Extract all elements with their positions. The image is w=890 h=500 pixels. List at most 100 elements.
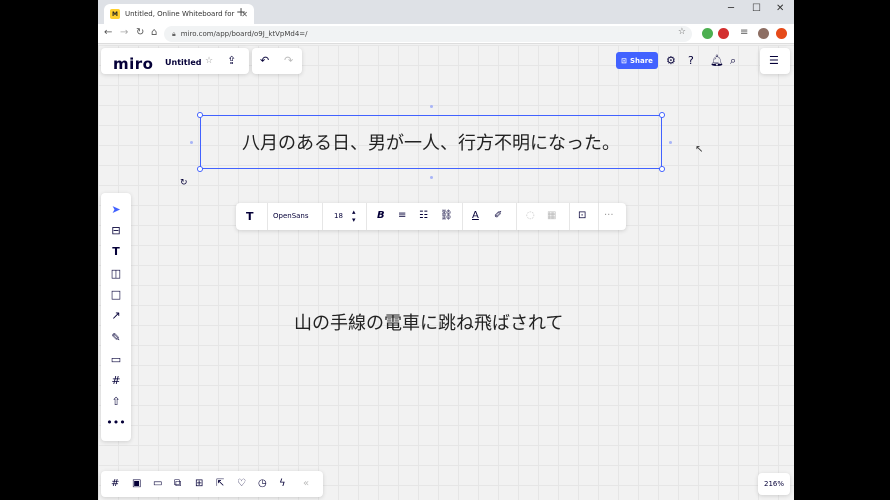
upload-icon[interactable]: ⇧ (101, 395, 131, 408)
canvas-text[interactable]: 山の手線の電車に跳ね飛ばされて (294, 309, 563, 335)
share-screen-icon[interactable]: ⇱ (216, 478, 224, 489)
minimize-icon[interactable]: ─ (728, 3, 734, 14)
redo-icon[interactable]: ↷ (284, 55, 293, 66)
lock-icon: 🔒︎ (172, 29, 176, 38)
resize-handle[interactable] (197, 166, 203, 172)
close-window-icon[interactable]: ✕ (776, 3, 784, 14)
tab-title: Untitled, Online Whiteboard for (125, 10, 235, 18)
text-type-icon[interactable]: T (246, 210, 254, 223)
resize-handle[interactable] (659, 166, 665, 172)
miro-logo[interactable]: miro (113, 55, 153, 73)
font-size-stepper-icon[interactable]: ▴ ▾ (352, 208, 356, 224)
export-icon[interactable]: ⇪ (227, 55, 236, 66)
templates-icon[interactable]: ⊟ (101, 224, 131, 237)
text-color-icon[interactable]: A (472, 210, 479, 221)
text-tool-icon[interactable]: T (101, 245, 131, 258)
undo-icon[interactable]: ↶ (260, 55, 269, 66)
divider (322, 203, 323, 230)
search-icon[interactable]: ⌕ (730, 55, 736, 66)
rotate-handle-icon[interactable]: ↻ (180, 179, 188, 188)
grid-icon[interactable]: ▦ (547, 210, 556, 221)
bold-icon[interactable]: B (377, 210, 385, 221)
share-button[interactable]: ⊡ Share (616, 52, 658, 69)
new-tab-icon[interactable]: + (236, 5, 246, 19)
browser-toolbar: ← → ↻ ⌂ 🔒︎ miro.com/app/board/o9J_ktVpMd… (98, 24, 794, 44)
forward-icon[interactable]: → (120, 27, 128, 38)
selected-text-box[interactable]: 八月のある日、男が一人、行方不明になった。 (200, 115, 662, 169)
zoom-level: 216% (763, 480, 784, 488)
extension-icon[interactable] (776, 28, 787, 39)
lock-icon[interactable]: ⊡ (578, 210, 586, 221)
highlight-icon[interactable]: ✐ (494, 210, 502, 221)
profile-avatar[interactable] (758, 28, 769, 39)
maximize-icon[interactable]: ☐ (752, 3, 761, 14)
board-list-icon[interactable]: ☰ (769, 55, 779, 66)
address-bar[interactable]: 🔒︎ miro.com/app/board/o9J_ktVpMd4=/ ☆ (164, 26, 692, 42)
settings-sliders-icon[interactable]: ⚙ (666, 55, 676, 66)
left-toolbar: ➤ ⊟ T ◫ □ ↗ ✎ ▭ # ⇧ ••• (101, 193, 131, 441)
board-header-panel: miro Untitled ☆ ⇪ (101, 48, 249, 74)
arrow-tool-icon[interactable]: ↗ (101, 309, 131, 322)
connector-dot[interactable] (430, 176, 433, 179)
whiteboard-canvas[interactable]: miro Untitled ☆ ⇪ ↶ ↷ ⊡ Share ⚙ ? 🔔︎ ⌕ ☰… (98, 45, 794, 500)
bookmark-star-icon[interactable]: ☆ (678, 27, 686, 37)
browser-window: M Untitled, Online Whiteboard for ✕ + ─ … (98, 0, 794, 500)
url-text: miro.com/app/board/o9J_ktVpMd4=/ (180, 30, 308, 38)
screen: M Untitled, Online Whiteboard for ✕ + ─ … (0, 0, 890, 500)
frame-tool-icon[interactable]: # (101, 374, 131, 387)
reading-list-icon[interactable]: ≡ (740, 27, 748, 38)
bell-icon[interactable]: 🔔︎ (710, 55, 724, 66)
board-menu-panel: ☰ (760, 48, 790, 74)
divider (516, 203, 517, 230)
extension-icon[interactable] (718, 28, 729, 39)
connector-dot[interactable] (430, 105, 433, 108)
like-icon[interactable]: ♡ (237, 478, 246, 489)
help-icon[interactable]: ? (688, 55, 694, 66)
zoom-control[interactable]: 216% (758, 473, 790, 495)
kanban-icon[interactable]: ⊞ (195, 478, 203, 489)
mouse-cursor-icon: ↖ (695, 144, 704, 155)
lock-icon: ⊡ (621, 56, 627, 65)
divider (267, 203, 268, 230)
undo-redo-panel: ↶ ↷ (252, 48, 302, 74)
lightning-icon[interactable]: ϟ (279, 478, 286, 489)
reload-icon[interactable]: ↻ (136, 27, 144, 38)
divider (462, 203, 463, 230)
frames-icon[interactable]: # (111, 478, 119, 489)
board-name[interactable]: Untitled (165, 58, 201, 67)
resize-handle[interactable] (197, 112, 203, 118)
share-label: Share (629, 56, 653, 65)
connector-dot[interactable] (190, 141, 193, 144)
comments-icon[interactable]: ▭ (153, 478, 162, 489)
collab-panel: ⊡ Share ⚙ ? 🔔︎ ⌕ (610, 48, 758, 74)
resize-handle[interactable] (659, 112, 665, 118)
browser-tab[interactable]: M Untitled, Online Whiteboard for ✕ (104, 4, 254, 24)
font-family-select[interactable]: OpenSans (273, 212, 309, 220)
star-icon[interactable]: ☆ (205, 57, 213, 66)
more-options-icon[interactable]: ··· (604, 210, 614, 221)
extension-icon[interactable] (702, 28, 713, 39)
spinner-icon[interactable]: ◌ (526, 210, 535, 221)
link-icon[interactable]: ⛓ (440, 210, 453, 221)
bullet-list-icon[interactable]: ☷ (419, 210, 428, 221)
sticky-note-icon[interactable]: ◫ (101, 267, 131, 280)
more-tools-icon[interactable]: ••• (101, 416, 131, 429)
collapse-icon[interactable]: « (303, 478, 309, 489)
divider (366, 203, 367, 230)
align-icon[interactable]: ≡ (398, 210, 406, 221)
connector-dot[interactable] (669, 141, 672, 144)
tab-strip: M Untitled, Online Whiteboard for ✕ + ─ … (98, 0, 794, 24)
present-icon[interactable]: ▣ (132, 478, 141, 489)
text-content[interactable]: 八月のある日、男が一人、行方不明になった。 (242, 129, 620, 155)
divider (598, 203, 599, 230)
font-size-value[interactable]: 18 (334, 212, 343, 220)
timer-icon[interactable]: ◷ (258, 478, 267, 489)
comment-tool-icon[interactable]: ▭ (101, 353, 131, 366)
cards-icon[interactable]: ⧉ (174, 478, 181, 489)
shape-tool-icon[interactable]: □ (101, 288, 131, 301)
pen-tool-icon[interactable]: ✎ (101, 331, 131, 344)
home-icon[interactable]: ⌂ (151, 27, 157, 38)
back-icon[interactable]: ← (104, 27, 112, 38)
miro-favicon-icon: M (110, 9, 120, 19)
select-tool-icon[interactable]: ➤ (101, 203, 131, 216)
